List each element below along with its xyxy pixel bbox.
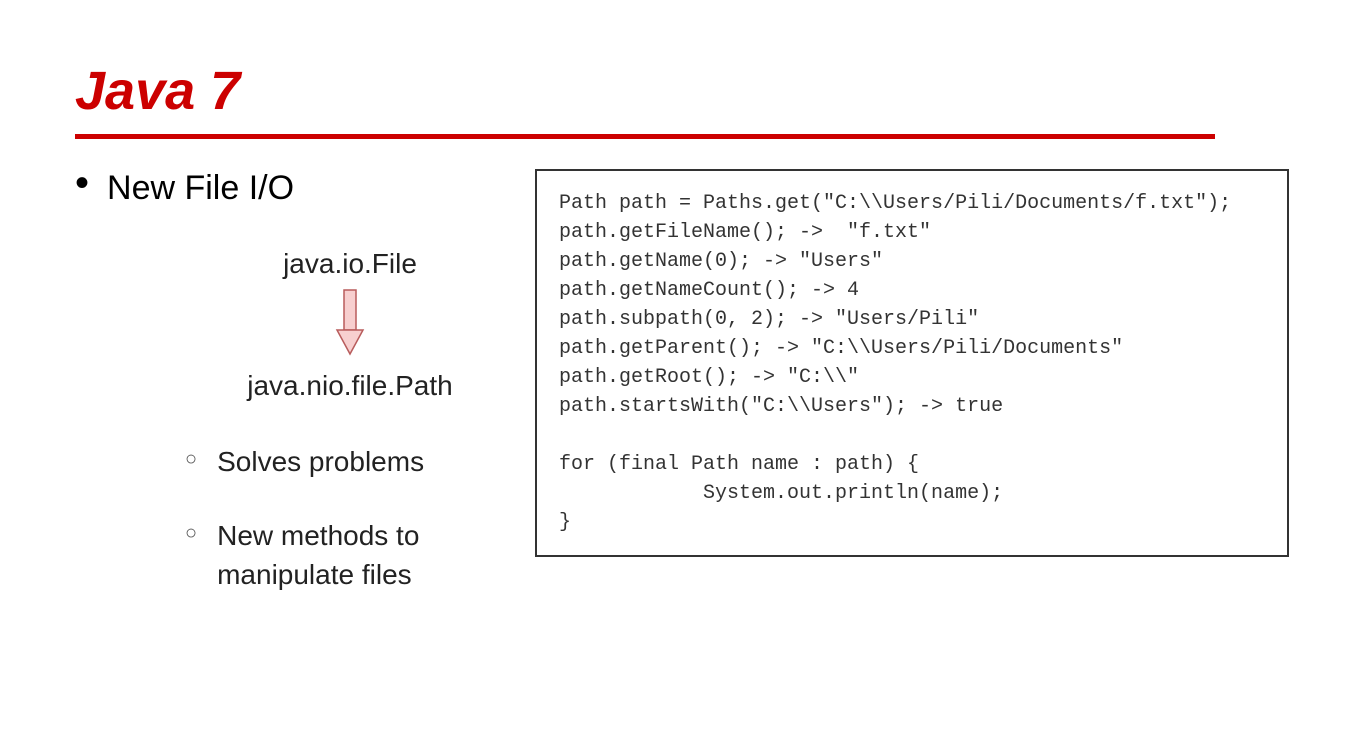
down-arrow-icon	[333, 288, 367, 358]
sub-bullet-row: ○ Solves problems	[185, 442, 505, 481]
bullet-dot-icon: •	[75, 169, 89, 197]
diagram-top-text: java.io.File	[195, 248, 505, 280]
content-area: • New File I/O java.io.File java.nio.fil…	[75, 169, 1289, 630]
sub-bullet-text: New methods to manipulate files	[217, 516, 505, 594]
sub-bullet-text: Solves problems	[217, 442, 424, 481]
title-underline	[75, 134, 1215, 139]
main-bullet-row: • New File I/O	[75, 169, 505, 208]
transition-diagram: java.io.File java.nio.file.Path	[75, 248, 505, 402]
sub-bullet-row: ○ New methods to manipulate files	[185, 516, 505, 594]
circle-bullet-icon: ○	[185, 516, 197, 550]
diagram-bottom-text: java.nio.file.Path	[195, 370, 505, 402]
arrow-container	[195, 288, 505, 358]
sub-bullets-list: ○ Solves problems ○ New methods to manip…	[75, 442, 505, 595]
circle-bullet-icon: ○	[185, 442, 197, 476]
code-example-box: Path path = Paths.get("C:\\Users/Pili/Do…	[535, 169, 1289, 557]
slide-title: Java 7	[75, 60, 1289, 122]
left-column: • New File I/O java.io.File java.nio.fil…	[75, 169, 505, 630]
main-bullet-text: New File I/O	[107, 169, 294, 208]
